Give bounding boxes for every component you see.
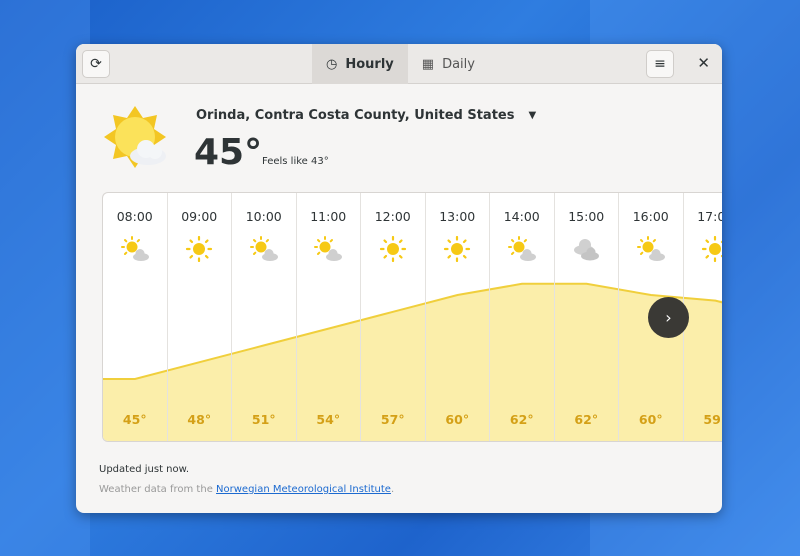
refresh-icon: ⟳	[90, 56, 102, 72]
hour-temperature: 45°	[122, 412, 147, 427]
few-clouds-large-icon	[104, 106, 166, 168]
hour-column: 09:00 48°	[168, 193, 232, 441]
few-clouds-icon	[249, 236, 278, 261]
hour-temperature: 57°	[380, 412, 405, 427]
hour-temperature: 62°	[509, 412, 534, 427]
source-suffix: .	[390, 484, 395, 495]
hour-column: 14:00 62°	[490, 193, 555, 441]
chevron-right-icon: ›	[665, 308, 672, 327]
hour-column: 17:00 59°	[684, 193, 722, 441]
few-clouds-icon	[314, 236, 343, 261]
clock-icon: ◷	[326, 56, 338, 72]
hour-label: 15:00	[568, 209, 605, 224]
weather-window: ⟳ ◷ Hourly ▦ Daily ≡ ✕ Orinda, Contra Cost…	[76, 44, 722, 513]
hour-label: 08:00	[116, 209, 153, 224]
location-label: Orinda, Contra Costa County, United Stat…	[196, 108, 515, 123]
clear-icon	[702, 235, 722, 263]
feels-like: Feels like 43°	[262, 156, 329, 167]
hour-label: 13:00	[439, 209, 476, 224]
hour-temperature: 54°	[316, 412, 341, 427]
hour-label: 14:00	[503, 209, 540, 224]
hour-column: 11:00 54°	[297, 193, 361, 441]
source-link[interactable]: Norwegian Meteorological Institute	[216, 484, 391, 495]
location-selector[interactable]: Orinda, Contra Costa County, United Stat…	[196, 108, 536, 123]
hour-label: 17:00	[697, 209, 722, 224]
data-source: Weather data from the Norwegian Meteorol…	[99, 484, 394, 495]
header-bar: ⟳ ◷ Hourly ▦ Daily ≡ ✕	[76, 44, 722, 84]
hour-column: 08:00 45°	[103, 193, 168, 441]
hour-temperature: 62°	[574, 412, 599, 427]
hour-temperature: 51°	[251, 412, 276, 427]
few-clouds-icon	[507, 236, 536, 261]
hour-label: 11:00	[310, 209, 347, 224]
hour-temperature: 59°	[703, 412, 722, 427]
clear-icon	[444, 235, 471, 263]
refresh-button[interactable]: ⟳	[82, 50, 110, 78]
hourly-forecast[interactable]: 08:00 45° 09:00 48° 10:00 51° 11:00 54° 12:0…	[102, 192, 722, 442]
scroll-next-button[interactable]: ›	[648, 297, 689, 338]
hour-temperature: 60°	[638, 412, 663, 427]
few-clouds-icon	[120, 236, 149, 261]
hour-column: 15:00 62°	[555, 193, 619, 441]
calendar-icon: ▦	[421, 56, 435, 72]
hour-label: 12:00	[374, 209, 411, 224]
hour-column: 12:00 57°	[361, 193, 426, 441]
menu-button[interactable]: ≡	[646, 50, 674, 78]
close-icon: ✕	[697, 54, 710, 72]
hamburger-icon: ≡	[654, 56, 666, 72]
hour-temperature: 48°	[187, 412, 212, 427]
close-button[interactable]: ✕	[697, 54, 710, 72]
hour-label: 09:00	[181, 209, 218, 224]
clear-icon	[186, 235, 213, 263]
dropdown-arrow-icon: ▼	[528, 110, 537, 121]
hour-temperature: 60°	[445, 412, 470, 427]
clear-icon	[379, 235, 406, 263]
hour-label: 16:00	[632, 209, 669, 224]
hour-column: 13:00 60°	[426, 193, 490, 441]
hour-label: 10:00	[245, 209, 282, 224]
current-temperature: 45°	[194, 132, 263, 173]
hour-column: 10:00 51°	[232, 193, 297, 441]
overcast-icon	[574, 239, 600, 261]
tab-label: Hourly	[345, 56, 394, 72]
tab-label: Daily	[442, 56, 475, 72]
source-prefix: Weather data from the	[99, 484, 217, 495]
updated-status: Updated just now.	[99, 464, 190, 475]
tab-hourly[interactable]: ◷ Hourly	[312, 44, 408, 84]
few-clouds-icon	[636, 236, 665, 261]
tab-daily[interactable]: ▦ Daily	[408, 44, 489, 84]
